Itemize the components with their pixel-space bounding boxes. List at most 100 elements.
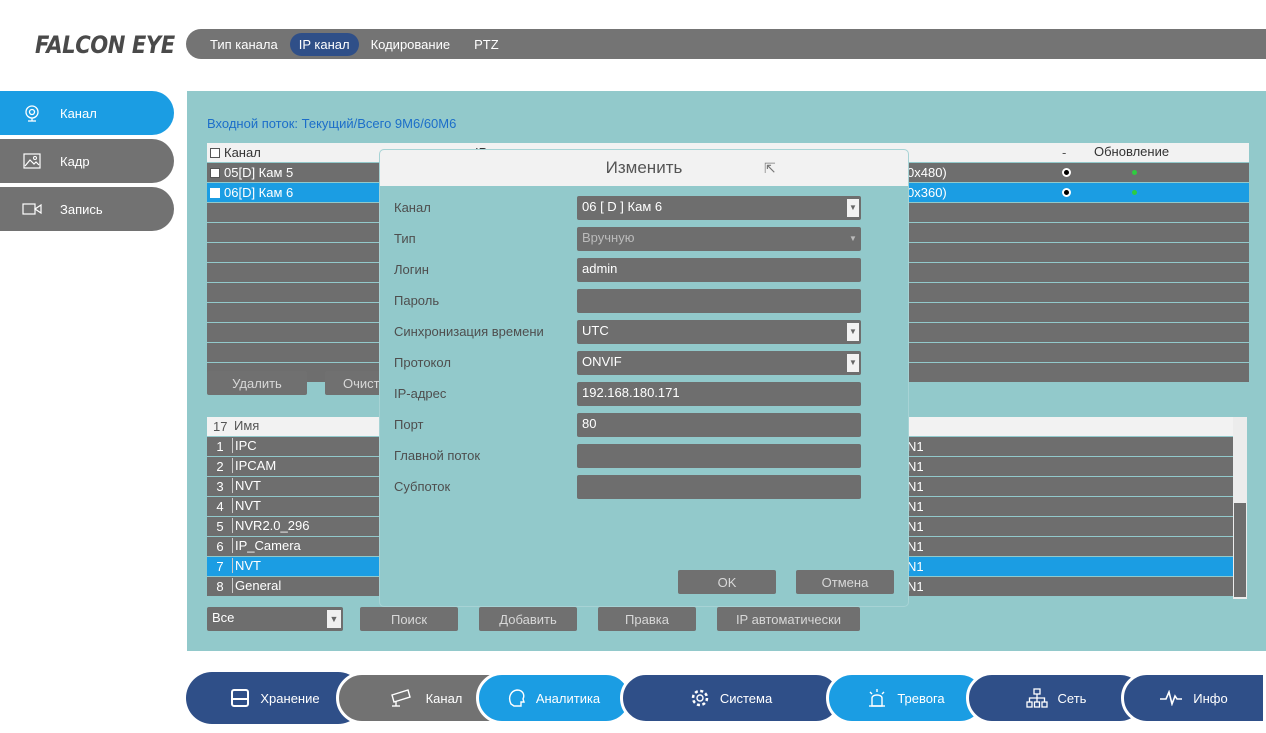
camera-lens-icon <box>22 104 42 122</box>
device-protocol: N1 <box>907 559 924 574</box>
password-label: Пароль <box>394 293 440 308</box>
update-indicator-icon <box>1132 170 1137 175</box>
nav-label: Хранение <box>260 690 320 706</box>
nav-label: Сеть <box>1057 690 1087 706</box>
nav-label: Канал <box>425 690 463 706</box>
add-button[interactable]: Добавить <box>479 607 577 631</box>
delete-button[interactable]: Удалить <box>207 371 307 395</box>
chevron-down-icon[interactable]: ▼ <box>847 230 859 248</box>
column-header-dash: - <box>1062 145 1067 160</box>
substream-field[interactable] <box>577 475 861 499</box>
left-menu-channel[interactable]: Канал <box>0 91 174 135</box>
channel-resolution: 0x480) <box>907 165 947 180</box>
login-label: Логин <box>394 262 429 277</box>
device-name: IPCAM <box>232 458 276 473</box>
scrollbar-thumb[interactable] <box>1234 503 1246 597</box>
top-tab-bar: Тип канала IP канал Кодирование PTZ <box>186 29 1266 59</box>
nav-label: Система <box>719 690 773 706</box>
left-menu-frame[interactable]: Кадр <box>0 139 174 183</box>
auto-ip-button[interactable]: IP автоматически <box>717 607 860 631</box>
channel-select-value: 06 [ D ] Кам 6 <box>582 199 663 214</box>
left-menu-label: Кадр <box>60 153 90 169</box>
chevron-down-icon[interactable]: ▼ <box>847 199 859 217</box>
pulse-icon <box>1159 690 1183 706</box>
port-field[interactable]: 80 <box>577 413 861 437</box>
password-field[interactable] <box>577 289 861 313</box>
login-field[interactable]: admin <box>577 258 861 282</box>
device-count: 17 <box>213 419 228 434</box>
nav-alarm[interactable]: Тревога <box>826 672 986 724</box>
nav-label: Аналитика <box>535 690 601 706</box>
select-all-checkbox[interactable] <box>210 147 220 158</box>
device-table-scrollbar[interactable] <box>1233 417 1247 599</box>
row-number: 3 <box>216 479 224 494</box>
row-number: 8 <box>216 579 224 594</box>
device-name: IP_Camera <box>232 538 301 553</box>
nav-label: Тревога <box>897 690 945 706</box>
ip-address-field[interactable]: 192.168.180.171 <box>577 382 861 406</box>
mainstream-label: Главной поток <box>394 448 481 463</box>
status-dot-icon <box>1062 168 1071 177</box>
cancel-button[interactable]: Отмена <box>796 570 894 594</box>
channel-name: 06[D] Кам 6 <box>224 185 294 200</box>
mouse-cursor-icon: ⇱ <box>764 160 776 176</box>
row-number: 7 <box>216 559 224 574</box>
device-name: NVR2.0_296 <box>232 518 309 533</box>
protocol-label: Протокол <box>394 355 451 370</box>
row-checkbox[interactable] <box>210 167 220 178</box>
protocol-select[interactable]: ONVIF ▼ <box>577 351 861 375</box>
nav-system[interactable]: Система <box>620 672 842 724</box>
tab-channel-type[interactable]: Тип канала <box>210 33 278 56</box>
chevron-down-icon[interactable]: ▼ <box>327 610 341 628</box>
device-name: NVT <box>232 498 261 513</box>
analytics-icon <box>508 688 526 708</box>
left-menu-label: Запись <box>60 201 103 217</box>
device-protocol: N1 <box>907 439 924 454</box>
device-protocol: N1 <box>907 539 924 554</box>
chevron-down-icon[interactable]: ▼ <box>847 323 859 341</box>
storage-icon <box>230 688 250 708</box>
channel-select[interactable]: 06 [ D ] Кам 6 ▼ <box>577 196 861 220</box>
column-header-update: Обновление <box>1094 144 1170 159</box>
row-number: 1 <box>216 439 224 454</box>
channel-name: 05[D] Кам 5 <box>224 165 294 180</box>
update-indicator-icon <box>1132 190 1137 195</box>
type-label: Тип <box>394 231 416 246</box>
gear-icon <box>690 688 710 708</box>
chevron-down-icon[interactable]: ▼ <box>847 354 859 372</box>
device-protocol: N1 <box>907 519 924 534</box>
filter-select[interactable]: Все ▼ <box>207 607 343 631</box>
nav-network[interactable]: Сеть <box>966 672 1146 724</box>
tab-encoding[interactable]: Кодирование <box>371 33 451 56</box>
device-protocol: N1 <box>907 479 924 494</box>
device-name: NVT <box>232 478 261 493</box>
row-number: 4 <box>216 499 224 514</box>
edit-button[interactable]: Правка <box>598 607 696 631</box>
alarm-icon <box>867 688 887 708</box>
column-header-name: Имя <box>234 418 260 433</box>
stream-info: Входной поток: Текущий/Всего 9M6/60M6 <box>207 116 457 131</box>
nav-analytics[interactable]: Аналитика <box>476 672 632 724</box>
record-icon <box>22 200 42 218</box>
nav-info[interactable]: Инфо <box>1121 672 1266 724</box>
left-menu: Канал Кадр Запись <box>0 91 174 235</box>
type-select[interactable]: Вручную ▼ <box>577 227 861 251</box>
device-name: IPC <box>232 438 257 453</box>
dialog-title-text: Изменить <box>605 158 683 177</box>
row-checkbox[interactable] <box>210 187 220 198</box>
tab-ip-channel[interactable]: IP канал <box>289 32 359 56</box>
network-icon <box>1025 688 1048 708</box>
substream-label: Субпоток <box>394 479 451 494</box>
channel-resolution: 0x360) <box>907 185 947 200</box>
timesync-select[interactable]: UTC ▼ <box>577 320 861 344</box>
device-name: General <box>232 578 281 593</box>
ok-button[interactable]: OK <box>678 570 776 594</box>
tab-ptz[interactable]: PTZ <box>474 33 499 56</box>
edit-dialog: Изменить ⇱ Канал 06 [ D ] Кам 6 ▼ Тип Вру… <box>380 150 908 606</box>
bottom-navigation: Хранение Канал Аналитика Система Тревога… <box>186 672 1266 724</box>
image-icon <box>22 152 42 170</box>
search-button[interactable]: Поиск <box>360 607 458 631</box>
mainstream-field[interactable] <box>577 444 861 468</box>
row-number: 6 <box>216 539 224 554</box>
left-menu-record[interactable]: Запись <box>0 187 174 231</box>
